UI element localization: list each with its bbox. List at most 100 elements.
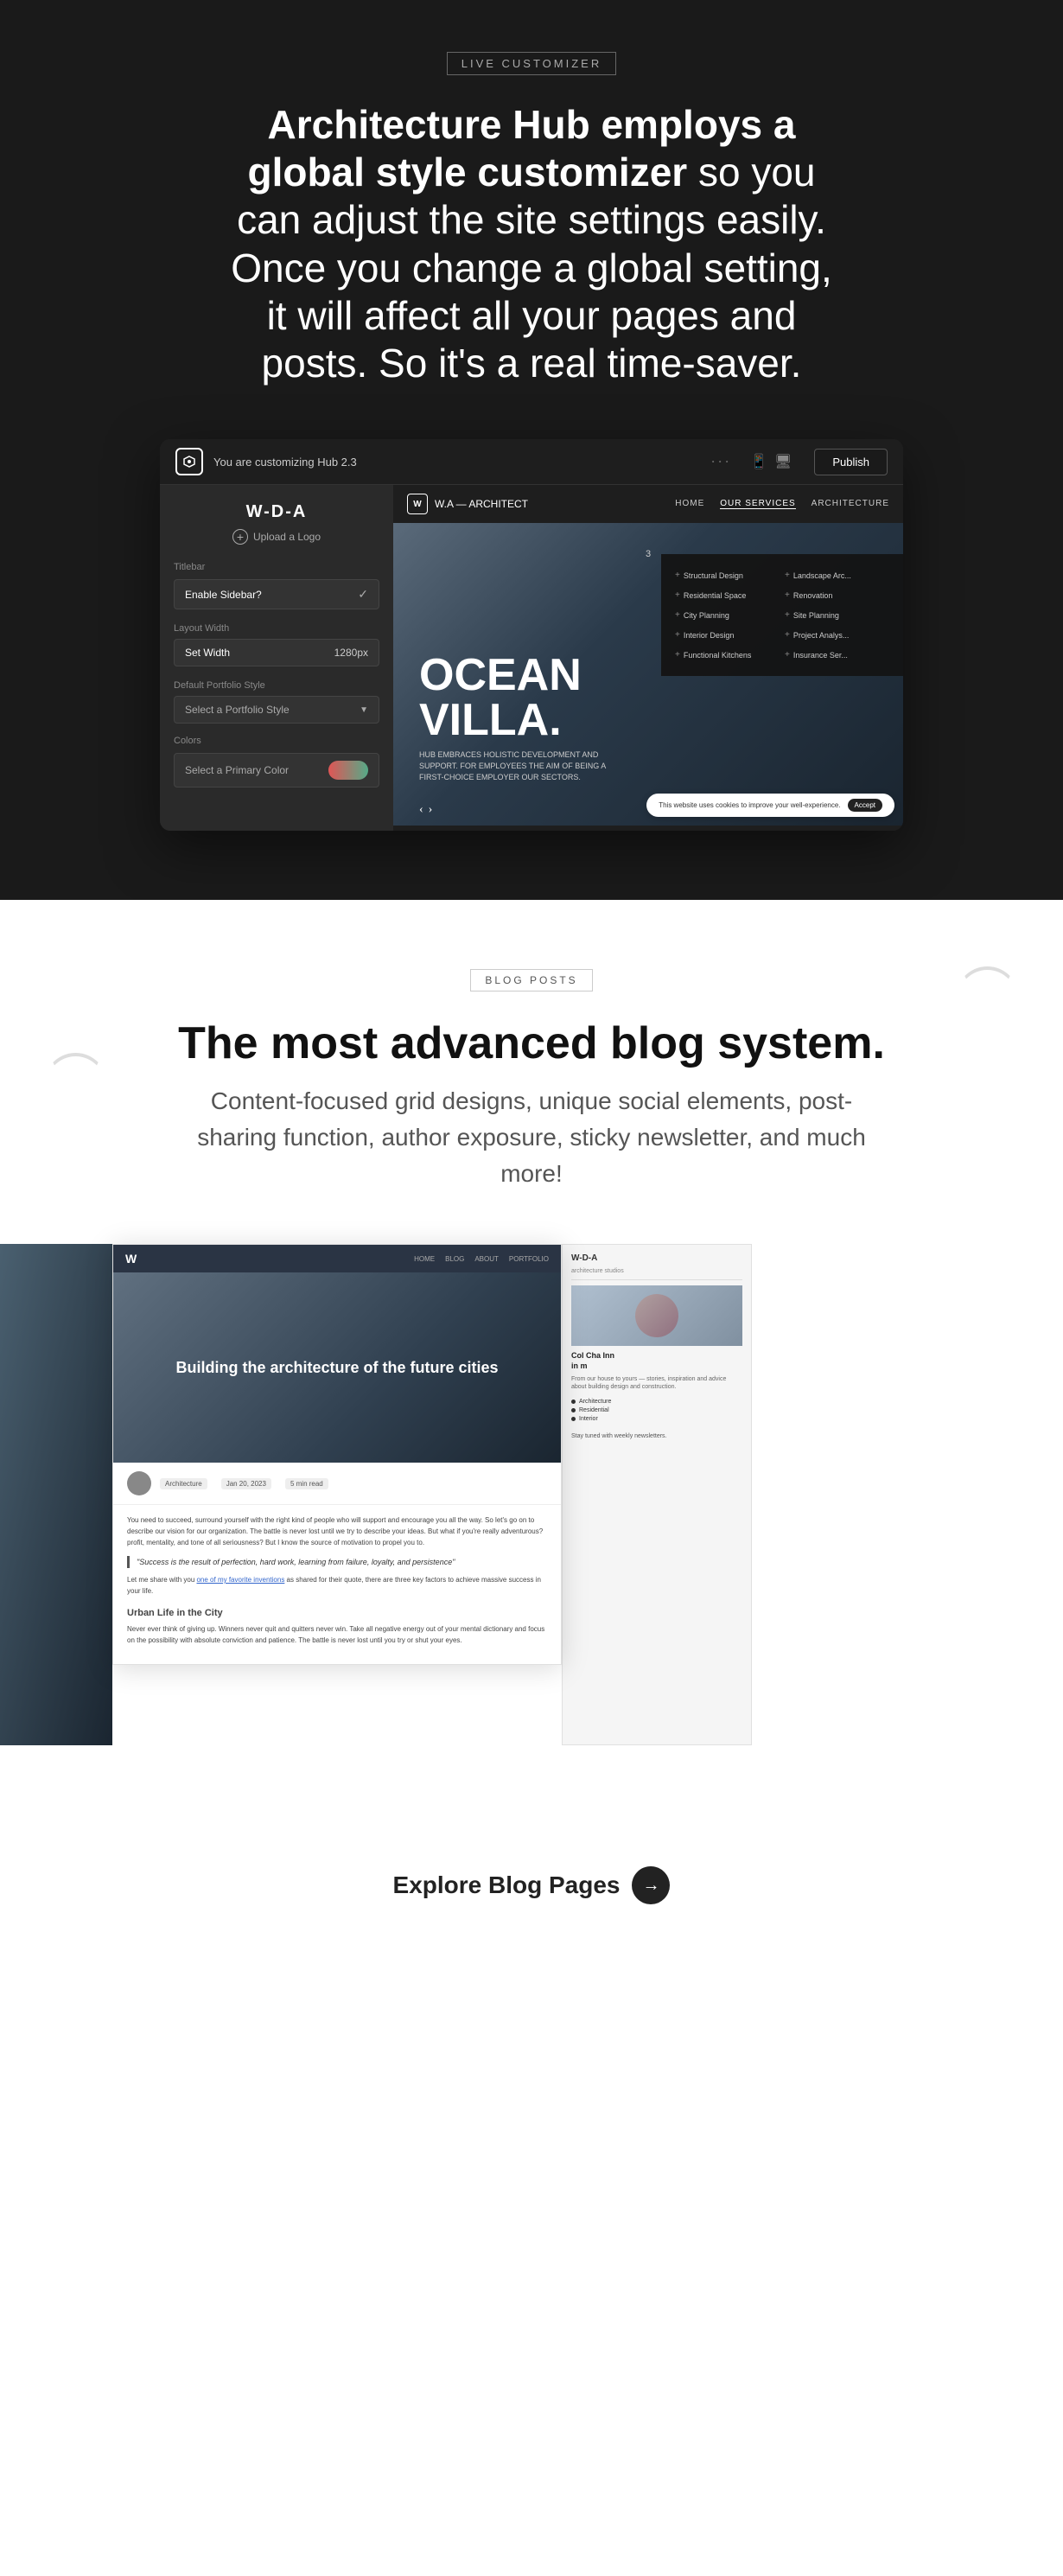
hero-title: OCEAN VILLA. (419, 653, 609, 743)
mobile-icon[interactable]: 📱 (750, 453, 767, 470)
mega-item-3: Residential Space (675, 588, 780, 603)
list-dot-2 (571, 1408, 576, 1412)
sidebar-author-image (571, 1285, 742, 1346)
layout-width-label: Layout Width (174, 623, 379, 634)
blog-hero-title: Building the architecture of the future … (150, 1359, 524, 1377)
mega-item-9: Functional Kitchens (675, 647, 780, 662)
preview-logo-text: W.A — ARCHITECT (435, 498, 528, 510)
color-pill (328, 761, 368, 780)
hero-number-badge: 3 (646, 549, 651, 559)
set-width-label: Set Width (185, 647, 230, 659)
blog-section: ⌒ ⌒ BLOG POSTS The most advanced blog sy… (0, 900, 1063, 1973)
desktop-icon[interactable]: 🖥 (774, 453, 792, 470)
meta-tag-3: 5 min read (285, 1478, 328, 1489)
mega-item-1: Structural Design (675, 568, 780, 583)
blog-heading: The most advanced blog system. (178, 1017, 885, 1069)
mega-item-5: City Planning (675, 608, 780, 622)
mega-menu: Structural Design Landscape Arc... Resid… (661, 554, 903, 676)
section-heading: Architecture Hub employs a global style … (229, 101, 834, 387)
swirl-right-icon: ⌒ (964, 952, 1011, 1021)
publish-button[interactable]: Publish (814, 449, 888, 475)
chevron-down-icon: ▼ (360, 705, 368, 715)
set-width-value: 1280px (334, 647, 368, 659)
blog-preview-area: W HOME BLOG ABOUT PORTFOLIO Building the… (0, 1244, 1063, 1763)
nav-home: HOME (675, 499, 704, 509)
article-link[interactable]: one of my favorite inventions (196, 1576, 284, 1584)
blog-nav-home: HOME (414, 1255, 435, 1263)
mega-item-4: Renovation (785, 588, 889, 603)
hub-logo-icon (175, 448, 203, 475)
sidebar-description: From our house to yours — stories, inspi… (571, 1375, 742, 1393)
blog-text-area: BLOG POSTS The most advanced blog system… (0, 900, 1063, 1244)
mega-item-10: Insurance Ser... (785, 647, 889, 662)
article-para-3: Never ever think of giving up. Winners n… (127, 1624, 547, 1647)
sidebar-subscribe-text: Stay tuned with weekly newsletters. (571, 1432, 742, 1441)
mega-item-2: Landscape Arc... (785, 568, 889, 583)
sidebar-divider (571, 1279, 742, 1280)
sidebar-blog-right: W-D-A architecture studios Col Cha Inn i… (563, 1245, 751, 1450)
blog-article-body: You need to succeed, surround yourself w… (113, 1505, 561, 1664)
customizer-section: LIVE CUSTOMIZER Architecture Hub employs… (0, 0, 1063, 900)
preview-pagination: ‹ › (419, 803, 432, 817)
cookie-text: This website uses cookies to improve you… (659, 801, 840, 809)
explore-blog-title: Explore Blog Pages (393, 1871, 621, 1899)
blog-center-nav: W HOME BLOG ABOUT PORTFOLIO (113, 1245, 561, 1272)
blog-right-sidebar: W-D-A architecture studios Col Cha Inn i… (562, 1244, 752, 1745)
blog-left-strip (0, 1244, 112, 1745)
preview-nav-links: HOME OUR SERVICES ARCHITECTURE (675, 499, 889, 509)
cookie-accept-button[interactable]: Accept (848, 799, 882, 812)
titlebar-label: Titlebar (174, 562, 379, 572)
hero-content: OCEAN VILLA. HUB EMBRACES HOLISTIC DEVEL… (419, 653, 609, 782)
blog-meta: Architecture Jan 20, 2023 5 min read (113, 1463, 561, 1505)
topbar-dots-icon[interactable]: ··· (710, 453, 731, 471)
upload-logo-row[interactable]: + Upload a Logo (174, 529, 379, 545)
customizer-body: W-D-A + Upload a Logo Titlebar Enable Si… (160, 485, 903, 831)
article-para-1: You need to succeed, surround yourself w… (127, 1515, 547, 1548)
select-portfolio-label: Select a Portfolio Style (185, 704, 290, 716)
plus-icon: + (232, 529, 248, 545)
article-quote: "Success is the result of perfection, ha… (127, 1556, 547, 1568)
blog-nav-links: HOME BLOG ABOUT PORTFOLIO (414, 1255, 549, 1263)
enable-sidebar-label: Enable Sidebar? (185, 589, 262, 601)
list-item-3: Interior (571, 1416, 742, 1422)
swirl-left-icon: ⌒ (52, 1038, 99, 1107)
portfolio-style-dropdown[interactable]: Select a Portfolio Style ▼ (174, 696, 379, 724)
preview-nav: W W.A — ARCHITECT HOME OUR SERVICES ARCH… (393, 485, 903, 523)
explore-section: Explore Blog Pages → (0, 1814, 1063, 1973)
arrow-right-icon: → (642, 1876, 659, 1896)
next-arrow-icon[interactable]: › (429, 803, 433, 817)
blog-hero: Building the architecture of the future … (113, 1272, 561, 1463)
mega-item-6: Site Planning (785, 608, 889, 622)
meta-tag-2: Jan 20, 2023 (221, 1478, 271, 1489)
upload-logo-label: Upload a Logo (253, 531, 321, 543)
prev-arrow-icon[interactable]: ‹ (419, 803, 423, 817)
sidebar-blog-list: Architecture Residential Interior (571, 1399, 742, 1422)
article-para-2: Let me share with you one of my favorite… (127, 1575, 547, 1597)
meta-tag-1: Architecture (160, 1478, 207, 1489)
list-dot-1 (571, 1400, 576, 1404)
architecture-studios-label: architecture studios (571, 1268, 742, 1274)
preview-logo-icon: W (407, 494, 428, 514)
blog-meta-info: Architecture Jan 20, 2023 5 min read (160, 1478, 328, 1489)
hero-subtitle: HUB EMBRACES HOLISTIC DEVELOPMENT AND SU… (419, 749, 609, 782)
sidebar-logo: W-D-A (571, 1253, 742, 1263)
list-dot-3 (571, 1417, 576, 1421)
primary-color-label: Select a Primary Color (185, 764, 289, 776)
customizer-topbar: You are customizing Hub 2.3 ··· 📱 🖥 Publ… (160, 439, 903, 485)
customizer-main-preview: W W.A — ARCHITECT HOME OUR SERVICES ARCH… (393, 485, 903, 831)
list-item-2: Residential (571, 1407, 742, 1413)
default-portfolio-label: Default Portfolio Style (174, 680, 379, 691)
site-title: W-D-A (174, 502, 379, 522)
explore-arrow-button[interactable]: → (632, 1866, 670, 1904)
mega-item-8: Project Analys... (785, 628, 889, 642)
topbar-device-icons: 📱 🖥 (750, 453, 792, 470)
customizer-sidebar: W-D-A + Upload a Logo Titlebar Enable Si… (160, 485, 393, 831)
nav-architecture: ARCHITECTURE (812, 499, 889, 509)
blog-nav-portfolio: PORTFOLIO (509, 1255, 549, 1263)
preview-logo: W W.A — ARCHITECT (407, 494, 528, 514)
primary-color-row[interactable]: Select a Primary Color (174, 753, 379, 787)
blog-nav-about: ABOUT (474, 1255, 499, 1263)
nav-services: OUR SERVICES (720, 499, 795, 509)
customizer-topbar-title: You are customizing Hub 2.3 (213, 456, 700, 469)
enable-sidebar-dropdown[interactable]: Enable Sidebar? ✓ (174, 579, 379, 609)
